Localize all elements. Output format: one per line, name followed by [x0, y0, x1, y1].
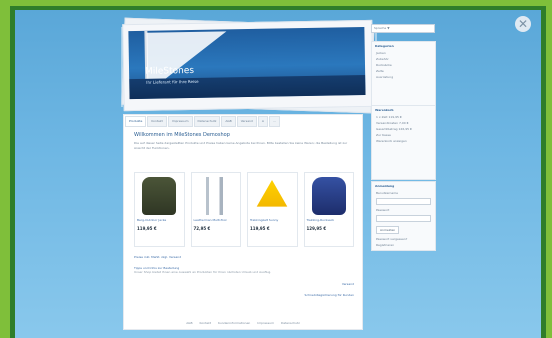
category-item[interactable]: Ausrüstung	[372, 74, 435, 80]
tab-versand[interactable]: Versand	[236, 116, 257, 127]
product-grid: Berg-Outdoor Jacke 119,95 € Leatherman M…	[134, 172, 354, 247]
login-button[interactable]: Anmelden	[376, 226, 400, 234]
backpack-image	[311, 177, 346, 215]
content-block: Willkommen im MileStones Demoshop Die au…	[134, 132, 354, 151]
main-panel: Produkte Kontakt Impressum Datenschutz A…	[123, 114, 363, 330]
site-title: MileStones	[145, 65, 195, 77]
tab-produkte[interactable]: Produkte	[125, 116, 147, 127]
product-name[interactable]: Trekking-Rucksack	[307, 218, 352, 222]
footer-link[interactable]: Kontakt	[200, 321, 211, 325]
page-title: Willkommen im MileStones Demoshop	[134, 132, 230, 138]
username-input[interactable]	[376, 198, 431, 205]
registration-link[interactable]: Schnell-Registrierung für Kunden	[134, 293, 354, 297]
tab-datenschutz[interactable]: Datenschutz	[193, 116, 221, 127]
multitool-image	[198, 177, 233, 215]
product-card-tool[interactable]: Leatherman Multi-Tool 72,95 €	[190, 172, 241, 247]
vat-note: Preise inkl. MwSt. zzgl. Versand	[134, 255, 182, 259]
login-box: Anmeldung Benutzername Passwort Anmelden…	[371, 181, 436, 251]
lightbox-screen: ✕ MileStones Ihr Lieferant für Ihre Reis…	[15, 10, 541, 338]
tab-a[interactable]: A	[257, 116, 268, 127]
footer-link[interactable]: Kundeninformationen	[218, 321, 250, 325]
lower-text: Preise inkl. MwSt. zzgl. Versand Tipps u…	[134, 255, 354, 297]
header-photo: MileStones Ihr Lieferant für Ihre Reise	[128, 26, 366, 100]
register-link[interactable]: Registrieren	[372, 242, 435, 248]
tab-kontakt[interactable]: Kontakt	[147, 116, 167, 127]
tab-bar: Produkte Kontakt Impressum Datenschutz A…	[125, 116, 280, 127]
header-photo-frame: MileStones Ihr Lieferant für Ihre Reise	[122, 19, 374, 112]
tab-impressum[interactable]: Impressum	[167, 116, 193, 127]
page-intro: Die auf dieser Seite dargestellten Produ…	[134, 141, 348, 150]
product-price: 119,95 €	[250, 226, 270, 231]
close-icon[interactable]: ✕	[515, 16, 531, 32]
username-label: Benutzername	[376, 191, 398, 195]
basket-title: Warenkorb	[375, 108, 394, 112]
product-price: 72,95 €	[193, 226, 211, 231]
password-label: Passwort	[376, 208, 390, 212]
product-price: 119,95 €	[137, 226, 157, 231]
categories-box: Kategorien Jacken Zubehör Rucksäcke Zelt…	[371, 41, 436, 106]
jacket-image	[142, 177, 176, 215]
password-input[interactable]	[376, 215, 431, 222]
shipping-link[interactable]: Versand	[134, 282, 354, 286]
product-card-backpack[interactable]: Trekking-Rucksack 129,95 €	[303, 172, 354, 247]
site-subtitle: Ihr Lieferant für Ihre Reise	[146, 78, 199, 85]
product-name[interactable]: Leatherman Multi-Tool	[194, 218, 239, 222]
login-title: Anmeldung	[375, 184, 395, 188]
footer: AGB Kontakt Kundeninformationen Impressu…	[124, 321, 362, 325]
product-card-tent[interactable]: Trekkingzelt Sunny 119,95 €	[247, 172, 298, 247]
footer-link[interactable]: Impressum	[257, 321, 274, 325]
categories-title: Kategorien	[375, 44, 394, 48]
footer-link[interactable]: AGB	[186, 321, 192, 325]
basket-box: Warenkorb 1 x Zelt 119,95 € Versandkoste…	[371, 105, 436, 180]
footer-link[interactable]: Datenschutz	[281, 321, 300, 325]
product-card-jacket[interactable]: Berg-Outdoor Jacke 119,95 €	[134, 172, 185, 247]
product-price: 129,95 €	[306, 226, 327, 231]
language-select[interactable]: Sprache ▼	[371, 24, 435, 33]
tab-agb[interactable]: AGB	[221, 116, 236, 127]
product-name[interactable]: Berg-Outdoor Jacke	[137, 218, 182, 222]
tent-image	[256, 180, 288, 207]
product-name[interactable]: Trekkingzelt Sunny	[250, 218, 295, 222]
tab-more[interactable]: ...	[268, 116, 280, 127]
view-basket-link[interactable]: Warenkorb anzeigen	[372, 138, 435, 144]
info-text: Unser Shop bietet Ihnen eine Auswahl an …	[134, 270, 272, 274]
